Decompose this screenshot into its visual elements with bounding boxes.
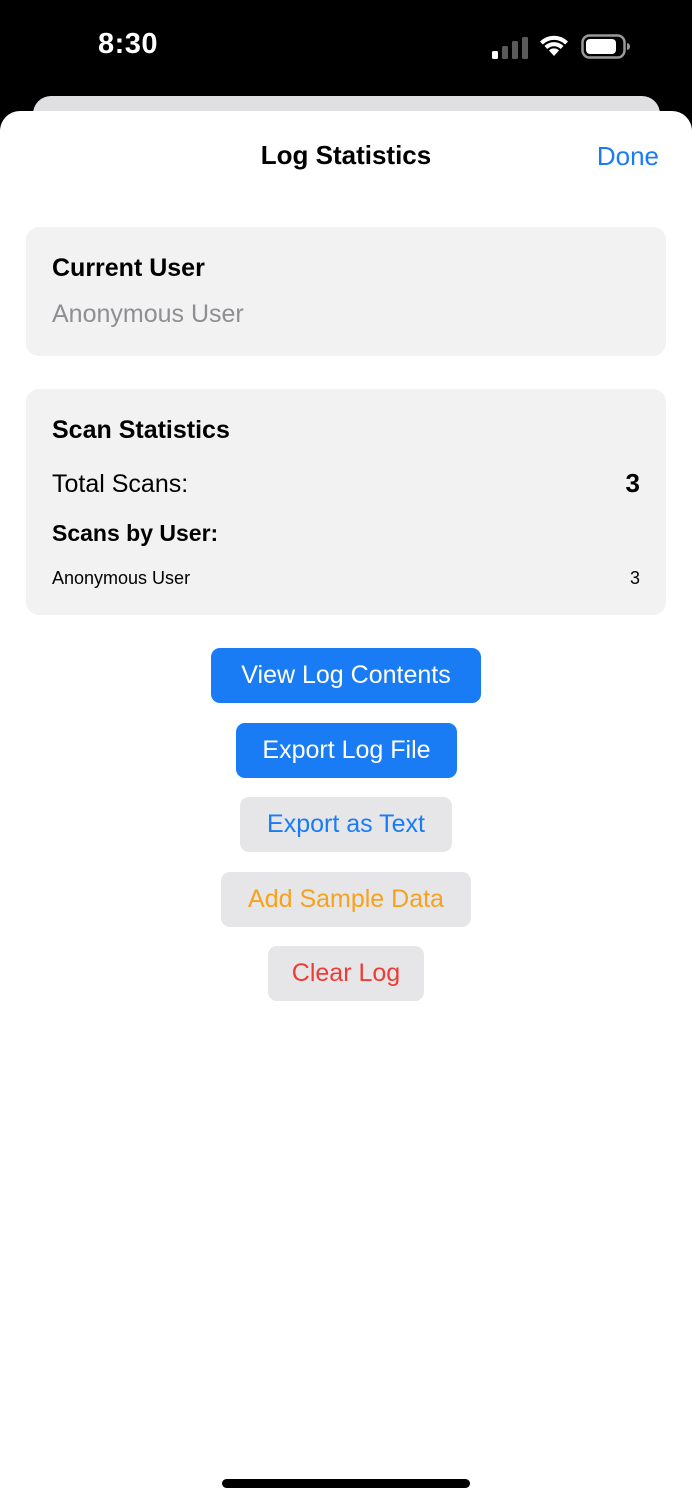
total-scans-value: 3 bbox=[625, 468, 640, 498]
scan-statistics-heading: Scan Statistics bbox=[52, 416, 230, 444]
scans-by-user-label: Scans by User: bbox=[52, 520, 219, 546]
log-statistics-sheet: Log Statistics Done Current User Anonymo… bbox=[0, 111, 692, 1500]
status-bar: 8:30 bbox=[0, 0, 692, 96]
current-user-heading: Current User bbox=[52, 254, 205, 282]
export-as-text-button[interactable]: Export as Text bbox=[240, 797, 452, 852]
add-sample-data-button[interactable]: Add Sample Data bbox=[221, 872, 471, 927]
clear-log-button[interactable]: Clear Log bbox=[268, 946, 424, 1001]
scan-statistics-card: Scan Statistics Total Scans: 3 Scans by … bbox=[26, 389, 666, 615]
signal-icon bbox=[492, 37, 528, 59]
total-scans-row: Total Scans: 3 bbox=[52, 468, 640, 499]
list-item: Anonymous User 3 bbox=[52, 568, 640, 589]
wifi-icon bbox=[540, 35, 568, 56]
home-indicator[interactable] bbox=[222, 1479, 470, 1488]
status-time: 8:30 bbox=[98, 28, 159, 60]
user-scan-count: 3 bbox=[629, 568, 640, 588]
current-user-name: Anonymous User bbox=[52, 300, 244, 328]
page-title: Log Statistics bbox=[260, 140, 432, 170]
user-scan-name: Anonymous User bbox=[52, 568, 191, 588]
battery-icon bbox=[581, 34, 630, 59]
total-scans-label: Total Scans: bbox=[52, 470, 189, 498]
done-button[interactable]: Done bbox=[597, 141, 659, 172]
export-log-file-button[interactable]: Export Log File bbox=[236, 723, 457, 778]
current-user-card: Current User Anonymous User bbox=[26, 227, 666, 356]
view-log-contents-button[interactable]: View Log Contents bbox=[211, 648, 481, 703]
